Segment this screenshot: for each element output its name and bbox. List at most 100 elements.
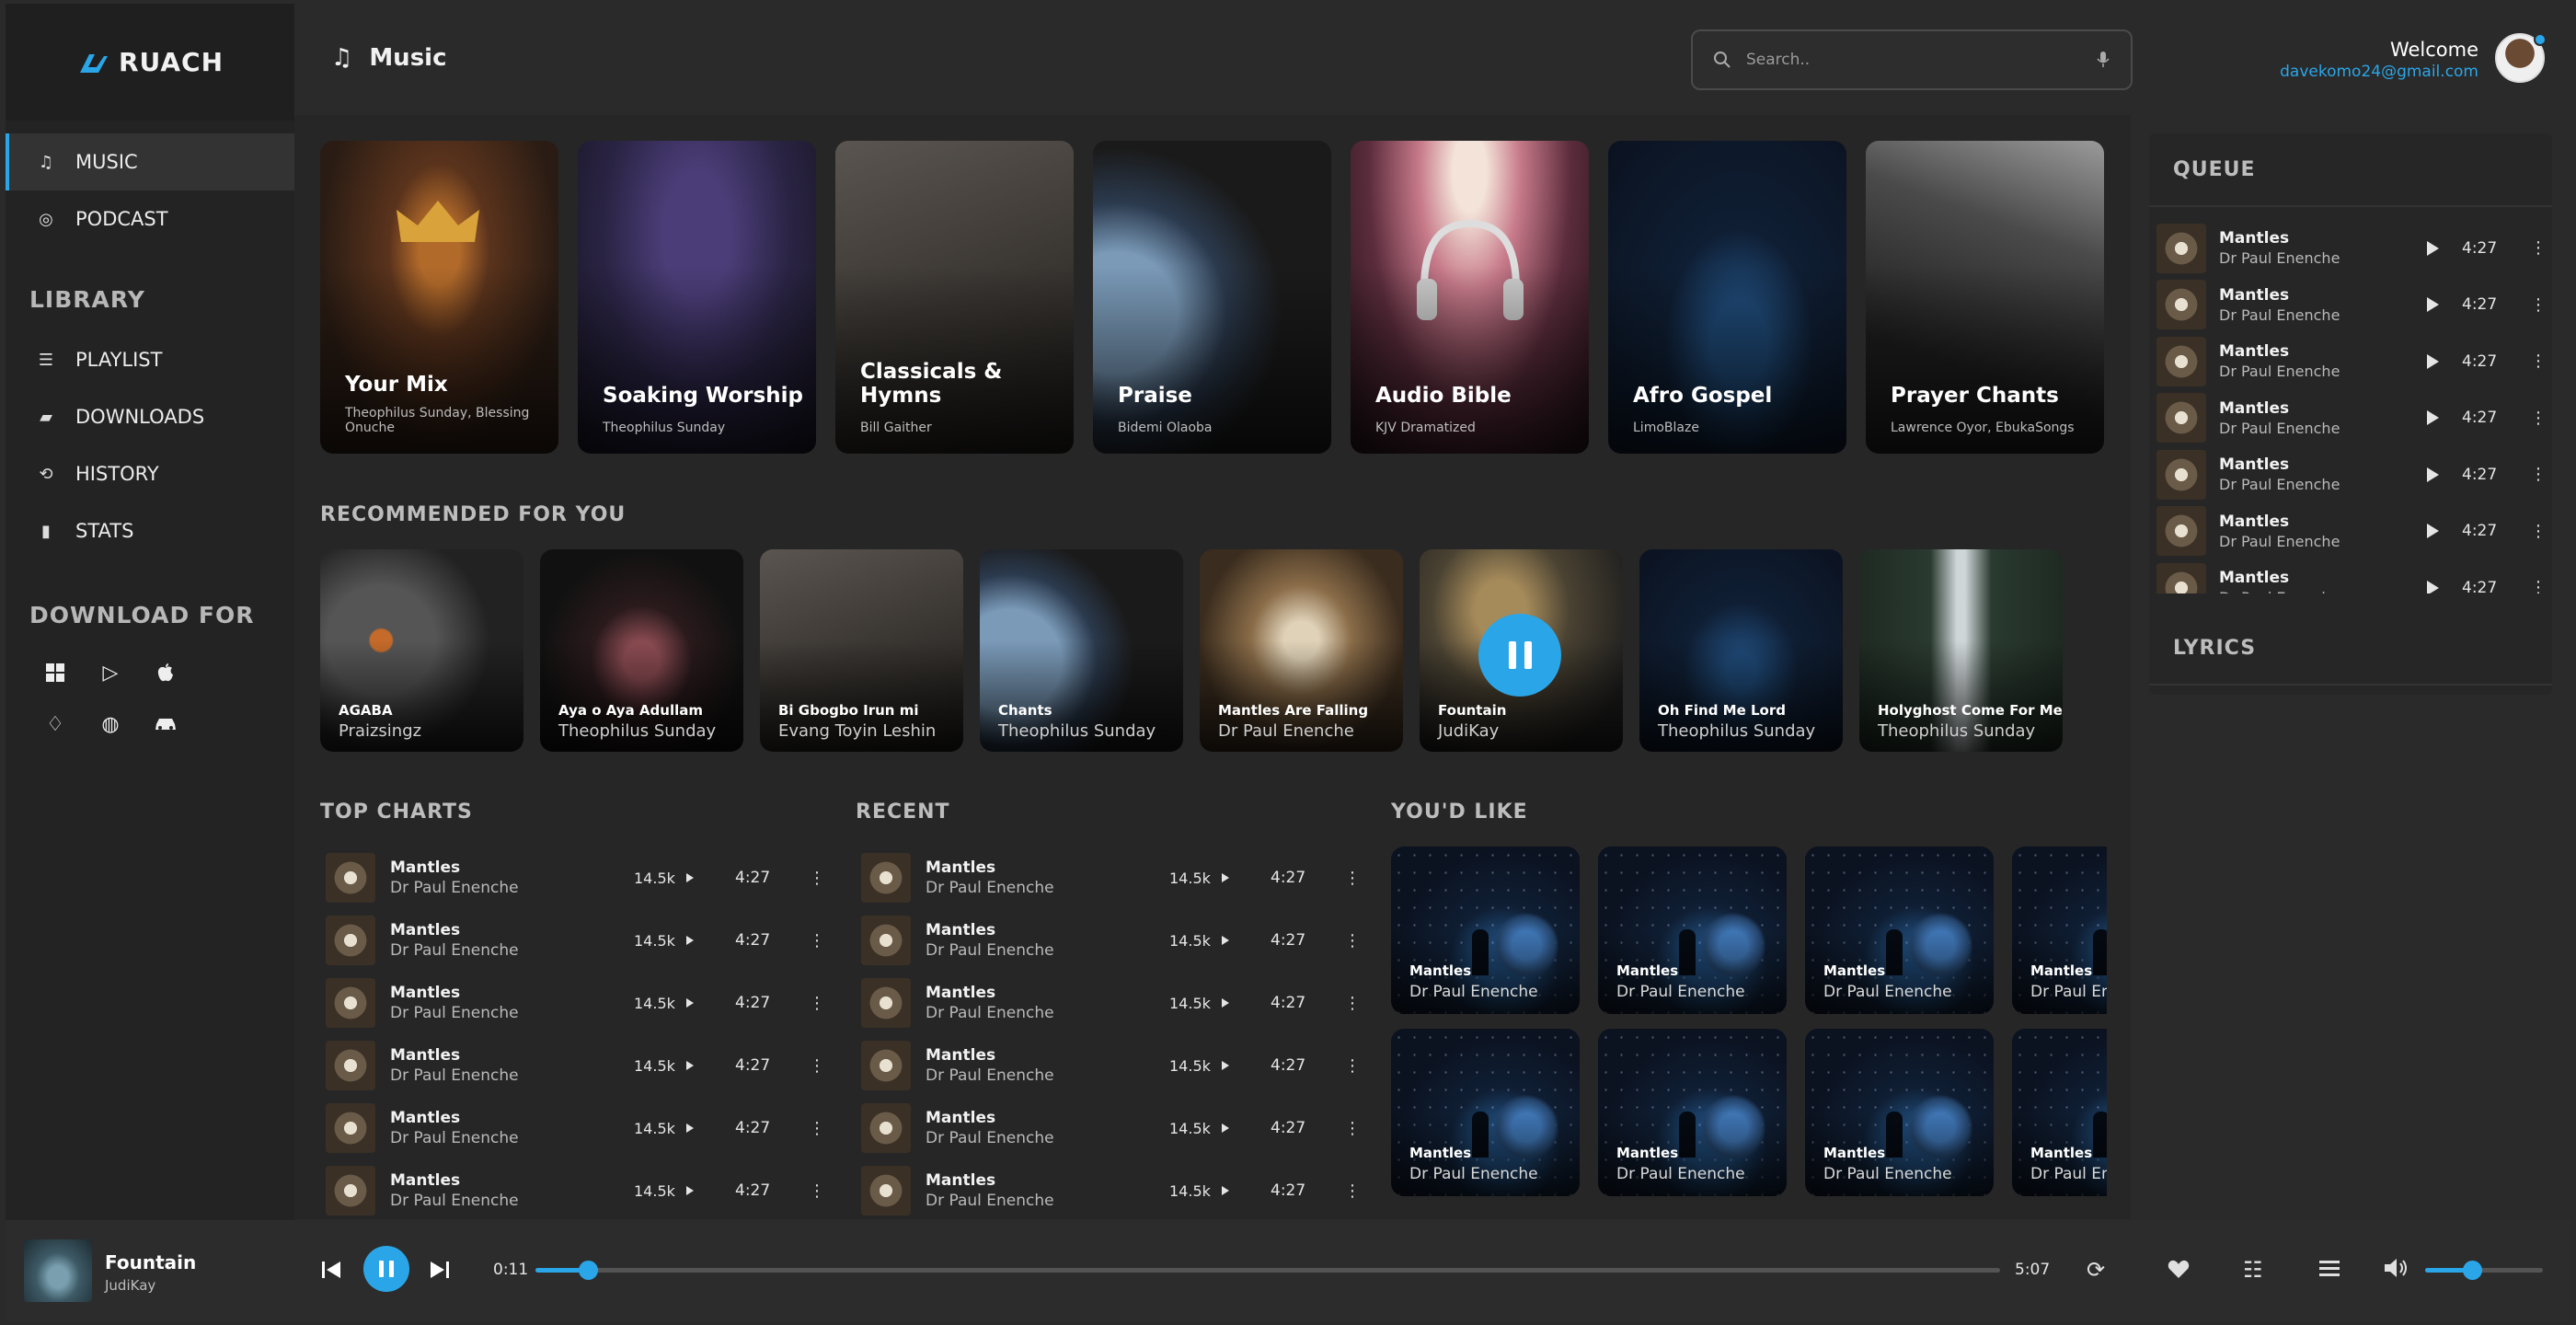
nav-history[interactable]: ⟲ HISTORY [6,445,294,502]
play-pause-button[interactable] [363,1246,409,1292]
track-row[interactable]: Mantles Dr Paul Enenche 14.5k 4:27 ⋮ [861,1097,1376,1159]
heart-icon[interactable] [2168,1259,2190,1279]
queue-item[interactable]: MantlesDr Paul Enenche 4:27 ⋮ [2149,446,2552,503]
track-row[interactable]: Mantles Dr Paul Enenche 14.5k 4:27 ⋮ [326,1097,841,1159]
queue-item[interactable]: MantlesDr Paul Enenche 4:27 ⋮ [2149,220,2552,277]
microphone-icon[interactable] [2096,51,2110,69]
featured-card[interactable]: Your Mix Theophilus Sunday, Blessing Onu… [320,141,558,454]
progress-bar[interactable] [535,1261,2000,1280]
nav-music[interactable]: ♫ MUSIC [6,133,294,190]
suggestion-card[interactable]: Mantles Dr Paul Enenche [1805,847,1994,1014]
nav-playlist[interactable]: ☰ PLAYLIST [6,331,294,388]
more-options-icon[interactable]: ⋮ [1344,994,1361,1013]
queue-item[interactable]: MantlesDr Paul Enenche 4:27 ⋮ [2149,559,2552,593]
suggestion-card[interactable]: Mantles Dr Paul Enenche [2012,1029,2107,1196]
more-options-icon[interactable]: ⋮ [2530,295,2547,315]
more-options-icon[interactable]: ⋮ [2530,409,2547,428]
play-count[interactable]: 14.5k [634,1120,694,1137]
pause-button[interactable] [1478,614,1561,697]
more-options-icon[interactable]: ⋮ [809,1119,825,1138]
play-count[interactable]: 14.5k [1169,870,1229,887]
queue-item[interactable]: MantlesDr Paul Enenche 4:27 ⋮ [2149,503,2552,560]
lyrics-heading[interactable]: LYRICS [2149,612,2552,686]
featured-card[interactable]: Classicals & Hymns Bill Gaither [835,141,1074,454]
recommended-card[interactable]: Fountain JudiKay [1420,549,1623,752]
more-options-icon[interactable]: ⋮ [1344,931,1361,951]
play-count[interactable]: 14.5k [1169,995,1229,1012]
play-count[interactable]: 14.5k [634,1182,694,1200]
more-options-icon[interactable]: ⋮ [1344,1181,1361,1201]
recommended-card[interactable]: Bi Gbogbo Irun mi Evang Toyin Leshin [760,549,963,752]
more-options-icon[interactable]: ⋮ [2530,465,2547,484]
play-count[interactable]: 14.5k [1169,1120,1229,1137]
playstation-icon[interactable]: ♢ [42,711,68,737]
track-row[interactable]: Mantles Dr Paul Enenche 14.5k 4:27 ⋮ [861,1159,1376,1219]
user-email[interactable]: davekomo24@gmail.com [2280,63,2478,81]
more-options-icon[interactable]: ⋮ [809,1056,825,1076]
play-count[interactable]: 14.5k [634,932,694,950]
play-count[interactable]: 14.5k [1169,1182,1229,1200]
featured-card[interactable]: Prayer Chants Lawrence Oyor, EbukaSongs [1866,141,2104,454]
repeat-icon[interactable]: ⟳ [2087,1257,2105,1283]
featured-card[interactable]: Soaking Worship Theophilus Sunday [578,141,816,454]
suggestion-card[interactable]: Mantles Dr Paul Enenche [1391,847,1580,1014]
more-options-icon[interactable]: ⋮ [1344,869,1361,888]
track-row[interactable]: Mantles Dr Paul Enenche 14.5k 4:27 ⋮ [861,847,1376,909]
track-row[interactable]: Mantles Dr Paul Enenche 14.5k 4:27 ⋮ [861,972,1376,1034]
nav-stats[interactable]: ▮ STATS [6,502,294,559]
car-icon[interactable] [153,711,178,737]
add-to-playlist-icon[interactable]: ☷ [2243,1257,2263,1283]
play-icon[interactable] [2427,580,2439,593]
smartwatch-icon[interactable]: ◍ [98,711,123,737]
queue-list-icon[interactable] [2318,1259,2340,1279]
recommended-card[interactable]: AGABA Praizsingz [320,549,523,752]
play-icon[interactable] [2427,410,2439,426]
search-bar[interactable] [1691,29,2133,90]
suggestion-card[interactable]: Mantles Dr Paul Enenche [1805,1029,1994,1196]
track-row[interactable]: Mantles Dr Paul Enenche 14.5k 4:27 ⋮ [861,909,1376,972]
more-options-icon[interactable]: ⋮ [2530,578,2547,593]
google-play-icon[interactable]: ▷ [98,660,123,686]
track-row[interactable]: Mantles Dr Paul Enenche 14.5k 4:27 ⋮ [326,847,841,909]
recommended-card[interactable]: Aya o Aya Adullam Theophilus Sunday [540,549,743,752]
nav-podcast[interactable]: ◎ PODCAST [6,190,294,248]
previous-icon[interactable] [320,1259,342,1281]
suggestion-card[interactable]: Mantles Dr Paul Enenche [1598,1029,1787,1196]
play-icon[interactable] [2427,240,2439,256]
more-options-icon[interactable]: ⋮ [2530,522,2547,541]
suggestion-card[interactable]: Mantles Dr Paul Enenche [2012,847,2107,1014]
volume-handle[interactable] [2463,1261,2483,1280]
play-icon[interactable] [2427,297,2439,313]
apple-icon[interactable] [153,660,178,686]
suggestion-card[interactable]: Mantles Dr Paul Enenche [1598,847,1787,1014]
suggestion-card[interactable]: Mantles Dr Paul Enenche [1391,1029,1580,1196]
queue-item[interactable]: MantlesDr Paul Enenche 4:27 ⋮ [2149,333,2552,390]
play-count[interactable]: 14.5k [1169,932,1229,950]
track-row[interactable]: Mantles Dr Paul Enenche 14.5k 4:27 ⋮ [326,909,841,972]
recommended-card[interactable]: Mantles Are Falling Dr Paul Enenche [1200,549,1403,752]
track-row[interactable]: Mantles Dr Paul Enenche 14.5k 4:27 ⋮ [326,1159,841,1219]
play-icon[interactable] [2427,353,2439,369]
track-row[interactable]: Mantles Dr Paul Enenche 14.5k 4:27 ⋮ [326,1034,841,1097]
more-options-icon[interactable]: ⋮ [809,994,825,1013]
play-icon[interactable] [2427,524,2439,539]
volume-slider[interactable] [2425,1261,2543,1280]
recommended-card[interactable]: Chants Theophilus Sunday [980,549,1183,752]
search-input[interactable] [1746,51,2081,69]
queue-item[interactable]: MantlesDr Paul Enenche 4:27 ⋮ [2149,390,2552,447]
more-options-icon[interactable]: ⋮ [2530,238,2547,258]
more-options-icon[interactable]: ⋮ [809,1181,825,1201]
play-count[interactable]: 14.5k [1169,1057,1229,1075]
track-row[interactable]: Mantles Dr Paul Enenche 14.5k 4:27 ⋮ [861,1034,1376,1097]
queue-item[interactable]: MantlesDr Paul Enenche 4:27 ⋮ [2149,277,2552,334]
recommended-card[interactable]: Holyghost Come For Me Theophilus Sunday [1859,549,2063,752]
more-options-icon[interactable]: ⋮ [809,931,825,951]
featured-card[interactable]: Afro Gospel LimoBlaze [1608,141,1846,454]
play-count[interactable]: 14.5k [634,995,694,1012]
windows-icon[interactable] [42,660,68,686]
more-options-icon[interactable]: ⋮ [809,869,825,888]
play-count[interactable]: 14.5k [634,870,694,887]
volume-icon[interactable] [2383,1257,2409,1279]
featured-card[interactable]: Praise Bidemi Olaoba [1093,141,1331,454]
more-options-icon[interactable]: ⋮ [1344,1056,1361,1076]
